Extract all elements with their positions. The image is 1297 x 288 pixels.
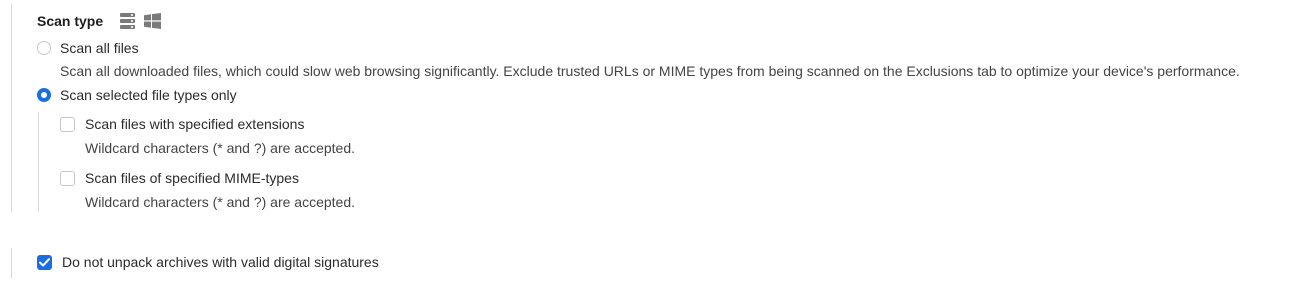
server-icon [120, 13, 135, 29]
scan-selected-types-radio[interactable] [37, 88, 51, 102]
section-divider-line [11, 4, 12, 212]
skip-signed-archives-option[interactable]: Do not unpack archives with valid digita… [37, 253, 379, 271]
scan-extensions-label: Scan files with specified extensions [85, 116, 305, 132]
section-title-icons [120, 12, 161, 30]
scan-selected-types-option[interactable]: Scan selected file types only [37, 86, 237, 104]
scan-all-files-description: Scan all downloaded files, which could s… [60, 63, 1240, 79]
scan-mime-types-checkbox[interactable] [60, 170, 75, 186]
scan-selected-types-label: Scan selected file types only [60, 87, 237, 103]
skip-signed-archives-label: Do not unpack archives with valid digita… [62, 254, 379, 270]
section-title: Scan type [37, 13, 104, 29]
scan-all-files-option[interactable]: Scan all files [37, 39, 139, 57]
checkmark-icon [39, 257, 50, 266]
scan-mime-types-option[interactable]: Scan files of specified MIME-types [60, 169, 299, 187]
scan-mime-types-description: Wildcard characters (* and ?) are accept… [85, 194, 356, 210]
scan-mime-types-label: Scan files of specified MIME-types [85, 170, 299, 186]
scan-extensions-checkbox[interactable] [60, 116, 75, 132]
archives-divider-line [11, 248, 12, 278]
nested-divider-line [38, 112, 39, 212]
windows-icon [144, 13, 161, 29]
scan-extensions-option[interactable]: Scan files with specified extensions [60, 115, 304, 133]
scan-extensions-description: Wildcard characters (* and ?) are accept… [85, 140, 356, 156]
skip-signed-archives-checkbox[interactable] [37, 254, 52, 270]
scan-all-files-label: Scan all files [60, 40, 139, 56]
scan-all-files-radio[interactable] [37, 41, 51, 55]
